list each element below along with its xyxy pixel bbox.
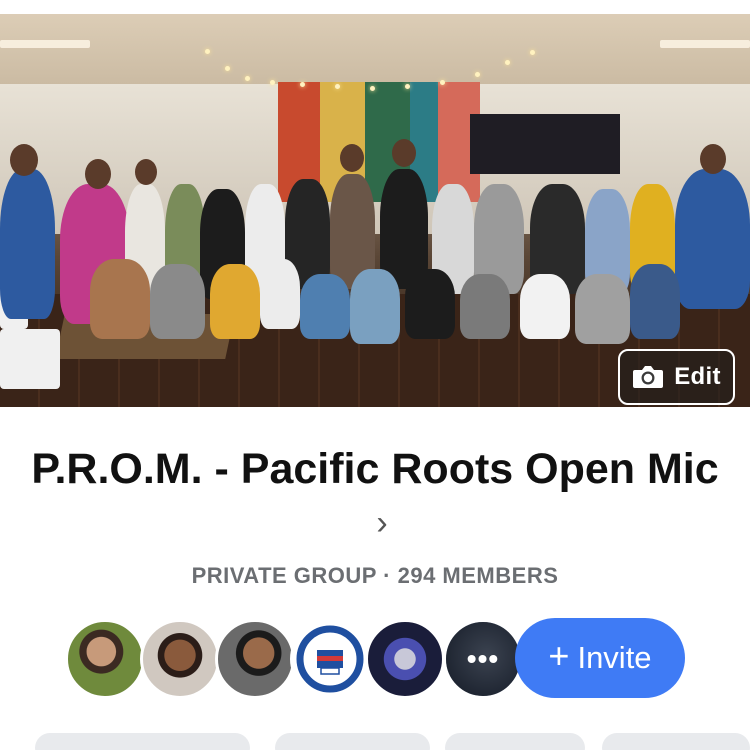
member-avatar[interactable] bbox=[215, 619, 295, 699]
camera-icon bbox=[632, 364, 664, 390]
invite-button[interactable]: + Invite bbox=[515, 618, 685, 698]
ceiling-light bbox=[660, 40, 750, 48]
tab-chip[interactable] bbox=[35, 733, 250, 750]
member-avatar[interactable] bbox=[65, 619, 145, 699]
tab-chip[interactable] bbox=[445, 733, 585, 750]
string-lights bbox=[200, 44, 550, 104]
chevron-right-icon: › bbox=[376, 504, 388, 542]
tab-chip[interactable] bbox=[602, 733, 750, 750]
member-avatar[interactable] bbox=[140, 619, 220, 699]
invite-label: Invite bbox=[577, 640, 652, 675]
group-title-text: P.R.O.M. - Pacific Roots Open Mic bbox=[31, 445, 719, 493]
group-subtitle: PRIVATE GROUP · 294 MEMBERS bbox=[191, 563, 559, 588]
plus-icon: + bbox=[548, 635, 570, 676]
group-title[interactable]: P.R.O.M. - Pacific Roots Open Mic › bbox=[30, 442, 720, 550]
edit-label: Edit bbox=[674, 363, 721, 390]
group-photo-crowd bbox=[0, 129, 750, 344]
ceiling-light bbox=[0, 40, 90, 48]
member-avatar[interactable] bbox=[290, 619, 370, 699]
more-icon: ••• bbox=[446, 622, 520, 696]
club-logo-icon bbox=[294, 623, 366, 695]
edit-cover-button[interactable]: Edit bbox=[618, 349, 735, 405]
top-strip bbox=[0, 0, 750, 14]
cover-photo[interactable]: Edit bbox=[0, 14, 750, 407]
tab-chip[interactable] bbox=[275, 733, 430, 750]
more-members-button[interactable]: ••• bbox=[443, 619, 523, 699]
member-avatar[interactable] bbox=[365, 619, 445, 699]
